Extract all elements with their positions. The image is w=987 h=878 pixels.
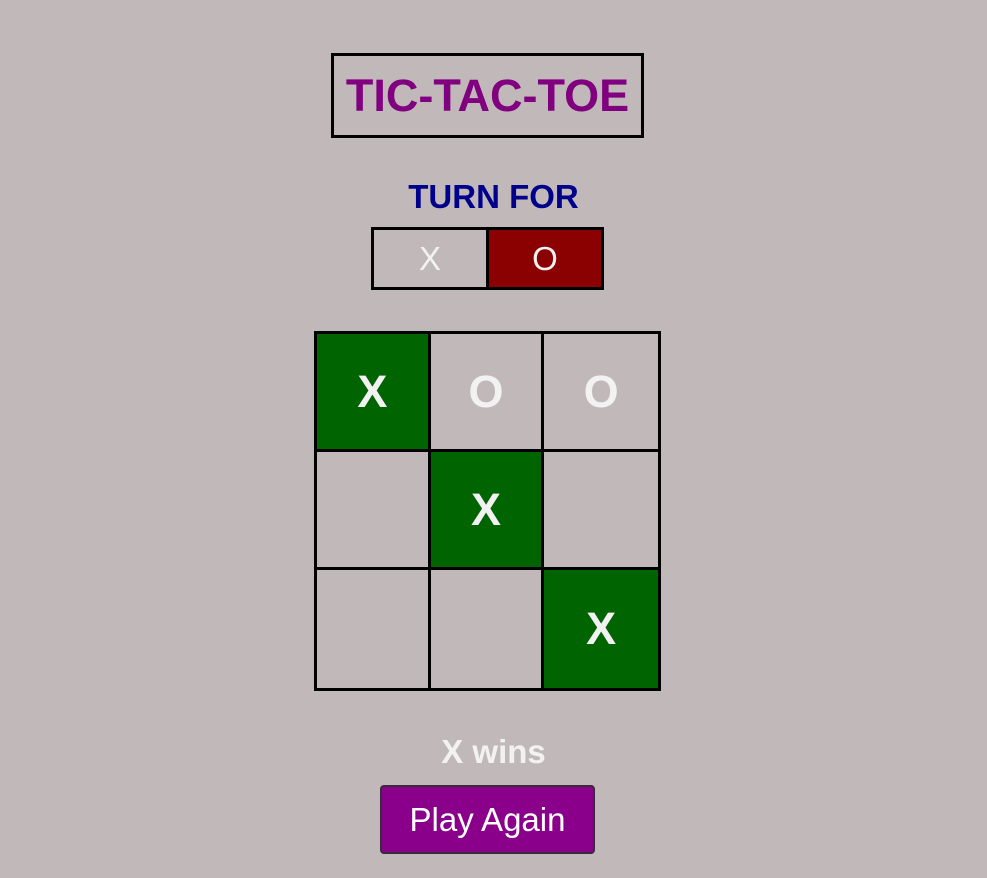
turn-indicator: X O	[371, 227, 604, 290]
board-cell-6[interactable]	[544, 452, 658, 570]
turn-label: TURN FOR	[408, 178, 579, 215]
title-box: TIC-TAC-TOE	[331, 53, 644, 138]
game-board: X O O X X	[314, 331, 661, 691]
turn-o: O	[489, 230, 601, 287]
board-cell-9[interactable]: X	[544, 570, 658, 688]
board-cell-2[interactable]: O	[430, 334, 545, 452]
board-cell-4[interactable]	[317, 452, 431, 570]
board-cell-7[interactable]	[317, 570, 431, 688]
page-title: TIC-TAC-TOE	[345, 69, 630, 121]
play-again-button[interactable]: Play Again	[380, 785, 595, 854]
result-text: X wins	[441, 733, 546, 770]
board-cell-1[interactable]: X	[317, 334, 431, 452]
turn-x: X	[374, 230, 489, 287]
board-cell-3[interactable]: O	[544, 334, 658, 452]
board-cell-5[interactable]: X	[430, 452, 545, 570]
board-cell-8[interactable]	[430, 570, 545, 688]
